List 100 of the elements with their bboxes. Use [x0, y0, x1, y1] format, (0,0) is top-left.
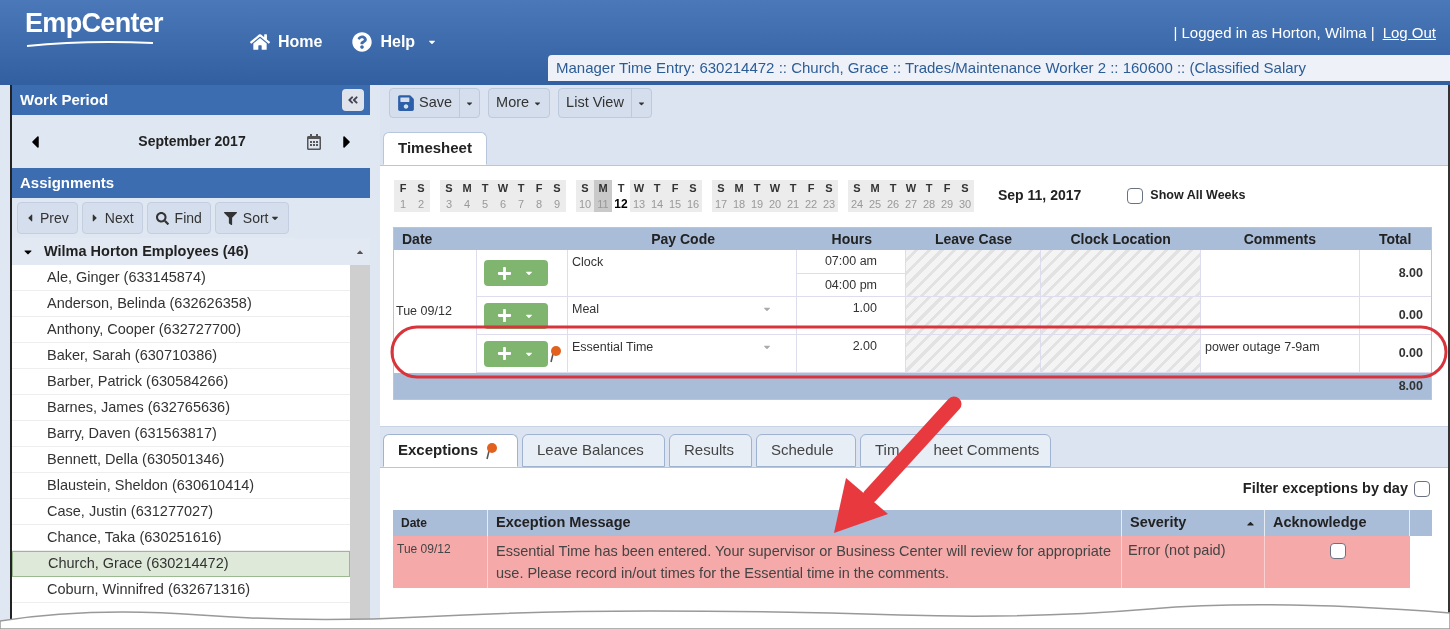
employee-list-item[interactable]: Ale, Ginger (633145874) — [12, 265, 350, 291]
day-number: 22 — [804, 196, 818, 212]
search-icon — [155, 211, 169, 225]
day-number: 6 — [499, 196, 507, 212]
weekday-letter: S — [961, 180, 969, 196]
calendar-day[interactable]: T 14 — [648, 179, 666, 212]
weekday-letter: W — [769, 180, 781, 196]
calendar-day[interactable]: T 28 — [920, 179, 938, 212]
caret-right-icon — [90, 212, 99, 224]
toolbar-button[interactable]: Next — [81, 202, 143, 234]
calendar-day[interactable]: M 25 — [866, 179, 884, 212]
day-number: 9 — [553, 196, 561, 212]
table-cell-text: 8.00 — [1398, 264, 1423, 282]
toolbar-button[interactable]: List View — [558, 88, 652, 118]
logout-link[interactable]: Log Out — [1382, 22, 1436, 45]
calendar-day[interactable]: T 12 — [612, 179, 630, 212]
tab[interactable]: Timesheet — [383, 132, 487, 165]
employee-list-item[interactable]: Barnes, James (632765636) — [12, 395, 350, 421]
calendar-day[interactable]: W 20 — [766, 179, 784, 212]
employee-list-item[interactable]: Barry, Daven (631563817) — [12, 421, 350, 447]
table-cell-text: Clock — [572, 254, 604, 271]
weekday-letter: T — [617, 180, 625, 196]
calendar-day[interactable]: S 2 — [412, 179, 430, 212]
tab[interactable]: Exceptions — [383, 434, 518, 467]
tab[interactable]: Schedule — [756, 434, 856, 467]
calendar-icon[interactable] — [306, 133, 322, 150]
help-icon — [352, 32, 373, 52]
calendar-day[interactable]: T 7 — [512, 179, 530, 212]
employee-list-item[interactable]: Case, Justin (631277027) — [12, 499, 350, 525]
weekday-letter: W — [633, 180, 645, 196]
weekday-letter: M — [598, 180, 608, 196]
employee-list-item[interactable]: Barber, Patrick (630584266) — [12, 369, 350, 395]
calendar-day[interactable]: W 13 — [630, 179, 648, 212]
calendar-day[interactable]: S 3 — [440, 179, 458, 212]
calendar-day[interactable]: T 5 — [476, 179, 494, 212]
table-cell: power outage 7-9am — [1205, 340, 1320, 354]
tab-label-fragment: Tim — [875, 440, 900, 461]
calendar-day[interactable]: F 1 — [394, 179, 412, 212]
calendar-day[interactable]: S 10 — [576, 179, 594, 212]
column-header: Hours — [831, 229, 872, 249]
calendar-day[interactable]: W 6 — [494, 179, 512, 212]
calendar-day[interactable]: S 23 — [820, 179, 838, 212]
calendar-day[interactable]: F 22 — [802, 179, 820, 212]
column-header: Clock Location — [1070, 229, 1171, 249]
calendar-day[interactable]: M 18 — [730, 179, 748, 212]
day-number: 21 — [786, 196, 800, 212]
calendar-day[interactable]: S 17 — [712, 179, 730, 212]
nav-link[interactable]: Home — [250, 30, 323, 54]
month-label: September 2017 — [137, 132, 247, 151]
weekday-letter: S — [717, 180, 725, 196]
employee-list-item[interactable]: Anthony, Cooper (632727700) — [12, 317, 350, 343]
calendar-day[interactable]: T 26 — [884, 179, 902, 212]
day-number: 23 — [822, 196, 836, 212]
table-cell: Error (not paid) — [1128, 542, 1226, 558]
acknowledge-checkbox[interactable] — [1329, 543, 1346, 559]
app-logo[interactable]: EmpCenter — [25, 6, 250, 40]
toolbar-button[interactable]: Sort — [214, 202, 289, 234]
calendar-day[interactable]: F 15 — [666, 179, 684, 212]
collapse-button[interactable] — [342, 89, 364, 111]
employee-list-item[interactable]: Bennett, Della (630501346) — [12, 447, 350, 473]
panel-title: Work Period — [20, 89, 109, 110]
calendar-day[interactable]: F 8 — [530, 179, 548, 212]
table-cell-text: 04:00 pm — [824, 276, 877, 294]
table-cell-text: 2.00 — [852, 338, 877, 356]
weekday-letter: T — [789, 180, 797, 196]
calendar-day[interactable]: W 27 — [902, 179, 920, 212]
plus-icon — [496, 346, 512, 361]
calendar-day[interactable]: T 19 — [748, 179, 766, 212]
employee-list-item[interactable]: Blaustein, Sheldon (630610414) — [12, 473, 350, 499]
group-label: Wilma Horton Employees (46) — [44, 241, 249, 261]
employee-list-item[interactable]: Church, Grace (630214472) — [12, 551, 350, 577]
nav-link[interactable]: Help — [352, 30, 438, 54]
employee-list-item[interactable]: Baker, Sarah (630710386) — [12, 343, 350, 369]
day-number: 12 — [614, 195, 628, 212]
day-number: 2 — [417, 196, 425, 212]
tab[interactable]: Results — [669, 434, 752, 467]
tab[interactable]: Leave Balances — [522, 434, 665, 467]
employee-list-item[interactable]: Anderson, Belinda (632626358) — [12, 291, 350, 317]
toolbar-button[interactable]: Prev — [17, 202, 78, 234]
calendar-day[interactable]: F 29 — [938, 179, 956, 212]
toolbar-button[interactable]: Find — [146, 202, 211, 234]
calendar-day[interactable]: S 16 — [684, 179, 702, 212]
calendar-day[interactable]: M 4 — [458, 179, 476, 212]
employee-list-item[interactable]: Coburn, Winnifred (632671316) — [12, 577, 350, 603]
pin-icon — [486, 441, 498, 460]
weekday-letter: M — [462, 180, 472, 196]
calendar-day[interactable]: S 9 — [548, 179, 566, 212]
day-number: 16 — [686, 196, 700, 212]
tree-group-row[interactable]: Wilma Horton Employees (46) — [12, 238, 350, 265]
calendar-day[interactable]: S 24 — [848, 179, 866, 212]
checkbox[interactable] — [1127, 187, 1144, 204]
table-cell-text: Meal — [572, 301, 600, 318]
add-split-button[interactable] — [484, 302, 548, 329]
checkbox[interactable] — [1414, 481, 1430, 497]
calendar-day[interactable]: T 21 — [784, 179, 802, 212]
column-header: Comments — [1243, 229, 1316, 249]
calendar-day[interactable]: S 30 — [956, 179, 974, 212]
toolbar-button[interactable]: Save — [389, 88, 481, 118]
login-status: | Logged in as Horton, Wilma | — [1173, 23, 1375, 43]
toolbar-button[interactable]: More — [488, 88, 551, 118]
